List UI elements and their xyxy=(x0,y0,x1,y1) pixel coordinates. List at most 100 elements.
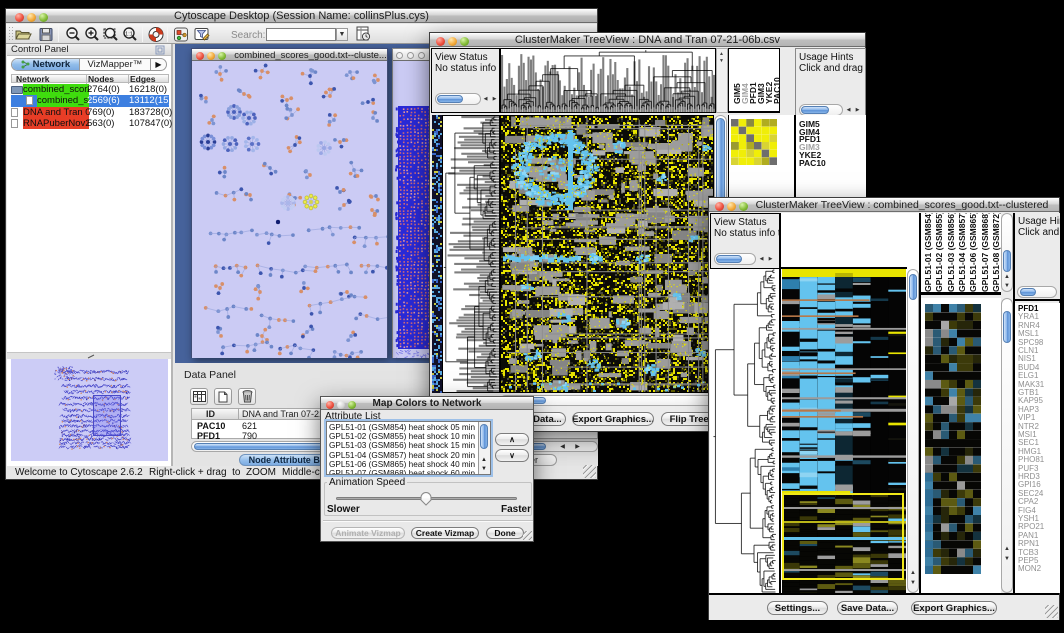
zoom-in-icon[interactable] xyxy=(83,26,101,43)
tab-network[interactable]: Network xyxy=(12,59,80,70)
network-row[interactable]: RNAPuberNov2+N563(0)107847(0) xyxy=(11,118,169,129)
create-vizmap-button[interactable]: Create Vizmap xyxy=(411,527,479,539)
dialog-title-bar[interactable]: Map Colors to Network xyxy=(321,397,533,410)
minimize-button[interactable] xyxy=(207,52,215,60)
attribute-list-item[interactable]: GPL51-04 (GSM857) heat shock 20 min xyxy=(329,451,475,460)
attribute-list[interactable]: GPL51-01 (GSM854) heat shock 05 minGPL51… xyxy=(326,421,491,475)
done-button[interactable]: Done xyxy=(486,527,524,539)
network-row[interactable]: combined_scores_2764(0)16218(0) xyxy=(11,84,169,95)
animate-vizmap-button[interactable]: Animate Vizmap xyxy=(331,527,405,539)
attribute-list-item[interactable]: GPL51-03 (GSM856) heat shock 15 min xyxy=(329,441,475,450)
minimize-button[interactable] xyxy=(727,202,736,211)
move-down-button[interactable]: ∨ xyxy=(495,449,529,462)
zoom-button[interactable] xyxy=(739,202,748,211)
close-button[interactable] xyxy=(196,52,204,60)
view-status-hscroll-thumb[interactable] xyxy=(716,255,742,263)
main-resize-grip[interactable] xyxy=(583,465,596,478)
scroll-left-button[interactable]: ◀ xyxy=(844,105,853,115)
scroll-right-button[interactable]: ▶ xyxy=(571,442,584,451)
scroll-down-icon[interactable]: ▼ xyxy=(481,466,487,472)
attribute-list-item[interactable]: GPL51-07 (GSM868) heat shock 60 min xyxy=(329,469,475,475)
tab-vizmapper[interactable]: VizMapper™ xyxy=(80,59,151,70)
zoom-button[interactable] xyxy=(460,37,469,46)
zoom-selected-icon[interactable] xyxy=(102,26,120,43)
export-graphics-button[interactable]: Export Graphics... xyxy=(572,412,654,426)
treeview1-row-dendrogram[interactable] xyxy=(442,115,500,393)
scroll-up-icon[interactable]: ▲ xyxy=(719,51,724,57)
col-header-nodes[interactable]: Nodes xyxy=(88,74,114,84)
zoom-fit-icon[interactable]: 1:1 xyxy=(121,26,139,43)
filter-icon[interactable] xyxy=(193,26,211,43)
scroll-right-button[interactable]: ▶ xyxy=(490,93,499,105)
treeview1-column-dendrogram[interactable] xyxy=(500,48,716,113)
minimize-button[interactable] xyxy=(448,37,457,46)
main-title-bar[interactable]: Cytoscape Desktop (Session Name: collins… xyxy=(6,9,597,23)
treeview2-heatmap[interactable] xyxy=(782,269,906,593)
similarity-matrix[interactable] xyxy=(731,119,777,165)
close-button[interactable] xyxy=(715,202,724,211)
open-folder-icon[interactable] xyxy=(14,26,32,43)
scroll-up-icon[interactable]: ▲ xyxy=(481,457,487,463)
save-icon[interactable] xyxy=(37,26,55,43)
scroll-left-button[interactable]: ◀ xyxy=(556,442,569,451)
zoom-out-icon[interactable] xyxy=(64,26,82,43)
attribute-list-item[interactable]: GPL51-06 (GSM865) heat shock 40 min xyxy=(329,460,475,469)
treeview2-title-bar[interactable]: ClusterMaker TreeView : combined_scores_… xyxy=(709,198,1059,212)
float-panel-icon[interactable] xyxy=(155,45,165,55)
search-input[interactable] xyxy=(266,28,336,41)
close-button[interactable] xyxy=(396,52,403,59)
delete-attribute-button[interactable] xyxy=(238,388,256,405)
attribute-list-item[interactable]: GPL51-01 (GSM854) heat shock 05 min xyxy=(329,423,475,432)
treeview2-resize-grip[interactable] xyxy=(1045,605,1058,618)
settings-button[interactable]: Settings... xyxy=(767,601,828,615)
usage-hints-hscroll-thumb[interactable] xyxy=(1020,288,1036,296)
scroll-left-button[interactable]: ◀ xyxy=(757,254,766,264)
close-button[interactable] xyxy=(15,13,24,22)
search-dropdown-button[interactable]: ▼ xyxy=(336,28,348,41)
scroll-right-button[interactable]: ▶ xyxy=(853,105,862,115)
scroll-down-icon[interactable]: ▼ xyxy=(1004,283,1010,289)
scroll-down-icon[interactable]: ▼ xyxy=(719,58,724,64)
treeview1-heatmap[interactable] xyxy=(500,115,714,393)
close-button[interactable] xyxy=(436,37,445,46)
scroll-up-icon[interactable]: ▲ xyxy=(910,570,916,576)
help-lifebuoy-icon[interactable] xyxy=(147,26,165,43)
scroll-up-icon[interactable]: ▲ xyxy=(1004,274,1010,280)
network-row[interactable]: DNA and Tran 07769(0)183728(0) xyxy=(11,107,169,118)
new-attribute-button[interactable] xyxy=(214,388,232,405)
save-data-button[interactable]: Save Data... xyxy=(837,601,898,615)
scroll-down-icon[interactable]: ▼ xyxy=(910,580,916,586)
attribute-list-scroll-thumb[interactable] xyxy=(480,424,488,449)
treeview1-title-bar[interactable]: ClusterMaker TreeView : DNA and Tran 07-… xyxy=(430,33,865,47)
zoom-button[interactable] xyxy=(39,13,48,22)
view-status-hscrollbar[interactable] xyxy=(435,93,481,105)
usage-hints-hscroll-thumb[interactable] xyxy=(801,106,829,114)
zoom-button[interactable] xyxy=(218,52,226,60)
scroll-up-icon[interactable]: ▲ xyxy=(1004,546,1010,552)
tab-overflow-button[interactable]: ▶ xyxy=(151,59,166,70)
treeview2-vscrollbar[interactable]: ▲ ▼ xyxy=(907,269,919,593)
vizmapper-icon[interactable] xyxy=(172,26,190,43)
treeview2-collabel-scrollbar[interactable]: ▲ ▼ xyxy=(1001,213,1013,292)
scroll-left-button[interactable]: ◀ xyxy=(481,93,490,105)
network-row[interactable]: combined_sco2569(6)13112(15) xyxy=(11,95,169,106)
attribute-list-item[interactable]: GPL51-02 (GSM855) heat shock 10 min xyxy=(329,432,475,441)
slider-thumb[interactable] xyxy=(420,492,432,506)
attribute-list-vscrollbar[interactable]: ▲ ▼ xyxy=(478,422,490,474)
network-view-canvas[interactable] xyxy=(192,62,387,358)
minimize-button[interactable] xyxy=(27,13,36,22)
zoom-button[interactable] xyxy=(418,52,425,59)
treeview1-global-overview[interactable] xyxy=(432,115,442,393)
minimize-button[interactable] xyxy=(407,52,414,59)
treeview2-collabel-scroll-thumb[interactable] xyxy=(1003,250,1011,272)
treeview2-row-dendrogram[interactable] xyxy=(710,269,779,593)
view-status-hscroll-thumb[interactable] xyxy=(437,95,463,103)
minimize-button[interactable] xyxy=(337,401,345,409)
close-button[interactable] xyxy=(326,401,334,409)
col-header-edges[interactable]: Edges xyxy=(130,74,156,84)
treeview1-mini-scroll[interactable]: ▲ ▼ xyxy=(716,48,728,113)
move-up-button[interactable]: ∧ xyxy=(495,433,529,446)
toolbar-drag-handle[interactable] xyxy=(9,27,13,41)
export-graphics-button[interactable]: Export Graphics... xyxy=(911,601,997,615)
usage-hints-hscrollbar[interactable] xyxy=(1017,286,1057,298)
